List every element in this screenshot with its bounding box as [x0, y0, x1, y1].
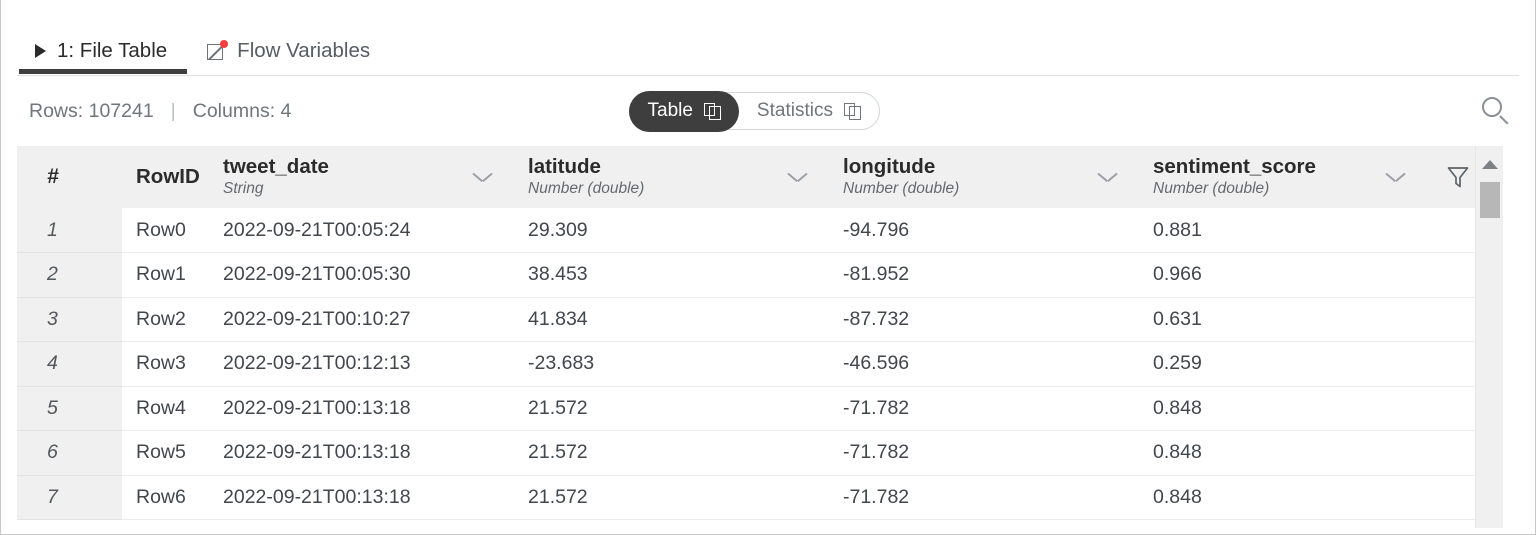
row-index-cell: 1 — [17, 208, 122, 253]
table-cell-sentiment-score: 0.259 — [1139, 341, 1497, 387]
table-cell-sentiment-score: 0.966 — [1139, 252, 1497, 298]
table-cell-sentiment-score: 0.848 — [1139, 430, 1497, 476]
table-toolbar: Rows: 107241 | Columns: 4 Table Statisti… — [1, 76, 1535, 146]
notification-dot-icon — [220, 39, 229, 48]
table-row[interactable]: 5 Row4 2022-09-21T00:13:18 21.572 -71.782 0.8… — [17, 386, 1497, 431]
table-cell-latitude: 21.572 — [514, 475, 829, 520]
table-cell-sentiment-score: 0.881 — [1139, 208, 1497, 253]
table-cell-latitude: 29.309 — [514, 208, 829, 253]
table-cell-sentiment-score: 0.848 — [1139, 475, 1497, 520]
table-cell-sentiment-score: 0.848 — [1139, 386, 1497, 431]
scroll-up-arrow-icon[interactable] — [1481, 160, 1498, 169]
column-header-longitude[interactable]: longitude Number (double) — [829, 146, 1139, 208]
table-cell-longitude: -46.596 — [829, 341, 1139, 387]
view-toggle-statistics-label: Statistics — [756, 100, 833, 121]
table-cell-tweet-date: 2022-09-21T00:13:18 — [209, 386, 514, 431]
data-table: # RowID tweet_date String latitude Numbe… — [17, 146, 1519, 528]
table-cell-rowid: Row1 — [122, 252, 209, 298]
table-cell-rowid: Row2 — [122, 297, 209, 342]
column-header-index: # — [17, 146, 122, 208]
tab-bar: 1: File Table Flow Variables — [1, 0, 1535, 76]
table-cell-tweet-date: 2022-09-21T00:13:18 — [209, 430, 514, 476]
table-row[interactable]: 3 Row2 2022-09-21T00:10:27 41.834 -87.732 0.6… — [17, 297, 1497, 342]
table-cell-longitude: -87.732 — [829, 297, 1139, 342]
row-index-cell: 5 — [17, 386, 122, 431]
table-cell-latitude: 21.572 — [514, 386, 829, 431]
table-header-row: # RowID tweet_date String latitude Numbe… — [17, 146, 1497, 208]
table-cell-longitude: -71.782 — [829, 386, 1139, 431]
table-cell-rowid: Row6 — [122, 475, 209, 520]
table-cell-longitude: -81.952 — [829, 252, 1139, 298]
meta-separator: | — [170, 99, 176, 122]
table-cell-latitude: -23.683 — [514, 341, 829, 387]
table-cell-longitude: -71.782 — [829, 430, 1139, 476]
tab-flow-variables-label: Flow Variables — [237, 38, 371, 62]
row-count-label: Rows: 107241 — [29, 99, 154, 122]
table-cell-longitude: -94.796 — [829, 208, 1139, 253]
row-index-cell: 2 — [17, 252, 122, 298]
table-cell-tweet-date: 2022-09-21T00:10:27 — [209, 297, 514, 342]
chevron-down-icon[interactable] — [473, 172, 492, 183]
column-count-label: Columns: 4 — [192, 99, 292, 122]
table-cell-latitude: 41.834 — [514, 297, 829, 342]
chevron-down-icon[interactable] — [788, 172, 807, 183]
column-header-tweet-date[interactable]: tweet_date String — [209, 146, 514, 208]
table-cell-sentiment-score: 0.631 — [1139, 297, 1497, 342]
play-triangle-icon — [35, 16, 46, 58]
copy-icon — [843, 102, 861, 120]
view-toggle-table[interactable]: Table — [628, 90, 739, 132]
table-cell-latitude: 38.453 — [514, 252, 829, 298]
table-cell-rowid: Row4 — [122, 386, 209, 431]
table-cell-rowid: Row3 — [122, 341, 209, 387]
table-body: 1 Row0 2022-09-21T00:05:24 29.309 -94.796 0.8… — [17, 208, 1497, 520]
table-meta: Rows: 107241 | Columns: 4 — [29, 100, 291, 123]
column-header-latitude[interactable]: latitude Number (double) — [514, 146, 829, 208]
table-row[interactable]: 1 Row0 2022-09-21T00:05:24 29.309 -94.796 0.8… — [17, 208, 1497, 253]
table-cell-longitude: -71.782 — [829, 475, 1139, 520]
table-row[interactable]: 6 Row5 2022-09-21T00:13:18 21.572 -71.782 0.8… — [17, 430, 1497, 476]
chevron-down-icon[interactable] — [1386, 172, 1405, 183]
table-cell-tweet-date: 2022-09-21T00:05:30 — [209, 252, 514, 298]
row-index-cell: 7 — [17, 475, 122, 520]
view-toggle: Table Statistics — [628, 90, 880, 132]
tab-file-table[interactable]: 1: File Table — [17, 0, 189, 74]
search-icon[interactable] — [1479, 94, 1513, 128]
filter-funnel-icon[interactable] — [1445, 164, 1471, 190]
tab-file-table-label: 1: File Table — [57, 38, 168, 62]
data-table-panel: 1: File Table Flow Variables Rows: 10724… — [0, 0, 1536, 535]
table-cell-tweet-date: 2022-09-21T00:12:13 — [209, 341, 514, 387]
view-toggle-statistics[interactable]: Statistics — [739, 92, 879, 130]
table-row[interactable]: 2 Row1 2022-09-21T00:05:30 38.453 -81.952 0.9… — [17, 252, 1497, 298]
table-row[interactable]: 7 Row6 2022-09-21T00:13:18 21.572 -71.782 0.8… — [17, 475, 1497, 520]
copy-icon — [703, 102, 721, 120]
table-cell-tweet-date: 2022-09-21T00:13:18 — [209, 475, 514, 520]
table-cell-tweet-date: 2022-09-21T00:05:24 — [209, 208, 514, 253]
column-header-sentiment-score[interactable]: sentiment_score Number (double) — [1139, 146, 1497, 208]
row-index-cell: 3 — [17, 297, 122, 342]
tab-flow-variables[interactable]: Flow Variables — [189, 0, 392, 74]
scrollbar-thumb[interactable] — [1480, 182, 1500, 218]
row-index-cell: 4 — [17, 341, 122, 387]
table-row[interactable]: 4 Row3 2022-09-21T00:12:13 -23.683 -46.596 0.… — [17, 341, 1497, 387]
vertical-scrollbar[interactable] — [1475, 146, 1503, 528]
chevron-down-icon[interactable] — [1098, 172, 1117, 183]
table-cell-rowid: Row5 — [122, 430, 209, 476]
table-cell-rowid: Row0 — [122, 208, 209, 253]
table-cell-latitude: 21.572 — [514, 430, 829, 476]
flow-variable-icon — [207, 14, 229, 61]
row-index-cell: 6 — [17, 430, 122, 476]
view-toggle-table-label: Table — [647, 100, 693, 121]
column-header-rowid: RowID — [122, 146, 209, 208]
